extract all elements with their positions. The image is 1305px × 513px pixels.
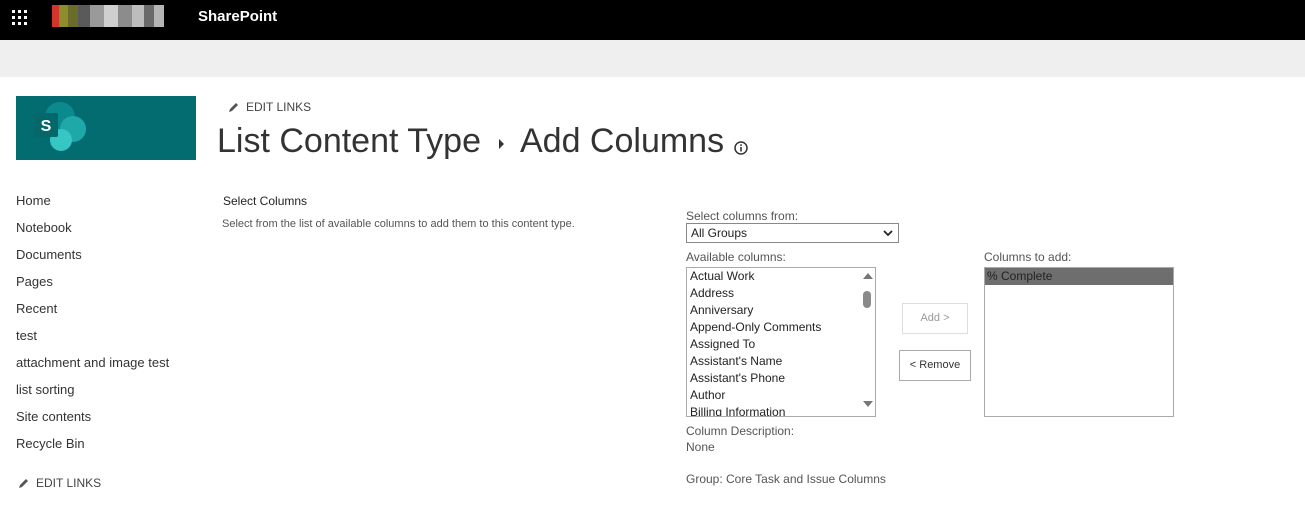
nav-item-notebook[interactable]: Notebook [16, 219, 206, 246]
list-item[interactable]: Author [687, 387, 875, 404]
page-title-part1[interactable]: List Content Type [217, 122, 481, 161]
section-description: Select from the list of available column… [222, 218, 575, 230]
columns-to-add-list[interactable]: % Complete [984, 267, 1174, 417]
column-group-select[interactable]: All Groups [686, 223, 899, 243]
list-item[interactable]: Actual Work [687, 268, 875, 285]
svg-text:S: S [41, 118, 52, 135]
list-item[interactable]: Anniversary [687, 302, 875, 319]
list-item[interactable]: Assigned To [687, 336, 875, 353]
app-title[interactable]: SharePoint [198, 8, 277, 25]
app-launcher-icon[interactable] [8, 6, 32, 30]
page-title: List Content Type Add Columns [217, 122, 748, 161]
nav-item-attachment-and-image-test[interactable]: attachment and image test [16, 354, 206, 381]
list-item[interactable]: % Complete [985, 268, 1173, 285]
column-group-text: Group: Core Task and Issue Columns [686, 472, 886, 486]
edit-links-left[interactable]: EDIT LINKS [18, 476, 101, 490]
available-columns-scrollbar[interactable] [860, 268, 875, 416]
organization-logo[interactable] [52, 5, 170, 33]
pencil-icon [229, 103, 238, 112]
nav-item-site-contents[interactable]: Site contents [16, 408, 206, 435]
page-title-part2: Add Columns [519, 122, 725, 160]
list-item[interactable]: Assistant's Phone [687, 370, 875, 387]
scroll-down-arrow-icon[interactable] [863, 401, 873, 407]
scroll-up-arrow-icon[interactable] [863, 273, 873, 279]
available-columns-label: Available columns: [686, 250, 786, 264]
add-button[interactable]: Add > [902, 303, 968, 334]
column-description-value: None [686, 440, 715, 454]
nav-item-pages[interactable]: Pages [16, 273, 206, 300]
sharepoint-logo-icon: S [34, 102, 86, 151]
site-logo[interactable]: S [16, 96, 196, 160]
command-bar [0, 40, 1305, 77]
columns-to-add-label: Columns to add: [984, 250, 1072, 264]
list-item[interactable]: Address [687, 285, 875, 302]
scrollbar-thumb[interactable] [863, 291, 871, 308]
nav-item-test[interactable]: test [16, 327, 206, 354]
section-title: Select Columns [223, 194, 308, 208]
nav-item-recent[interactable]: Recent [16, 300, 206, 327]
remove-button[interactable]: < Remove [899, 350, 971, 381]
column-group-select-value: All Groups [691, 226, 748, 240]
nav-item-list-sorting[interactable]: list sorting [16, 381, 206, 408]
list-item[interactable]: Append-Only Comments [687, 319, 875, 336]
nav-item-recycle-bin[interactable]: Recycle Bin [16, 435, 206, 462]
column-description-label: Column Description: [686, 424, 795, 438]
info-icon[interactable] [734, 125, 748, 164]
edit-links-label: EDIT LINKS [246, 100, 312, 114]
pencil-icon [19, 479, 28, 488]
suite-bar: SharePoint [0, 0, 1305, 40]
breadcrumb-arrow-icon [498, 138, 504, 149]
list-item[interactable]: Assistant's Name [687, 353, 875, 370]
nav-item-documents[interactable]: Documents [16, 246, 206, 273]
select-from-label: Select columns from: [686, 209, 799, 223]
list-item[interactable]: Billing Information [687, 404, 875, 416]
nav-item-home[interactable]: Home [16, 192, 206, 219]
chevron-down-icon [883, 230, 893, 237]
available-columns-list[interactable]: Actual Work Address Anniversary Append-O… [686, 267, 876, 417]
edit-links-label: EDIT LINKS [36, 476, 102, 490]
left-navigation: Home Notebook Documents Pages Recent tes… [16, 192, 206, 462]
edit-links-top[interactable]: EDIT LINKS [228, 100, 311, 114]
